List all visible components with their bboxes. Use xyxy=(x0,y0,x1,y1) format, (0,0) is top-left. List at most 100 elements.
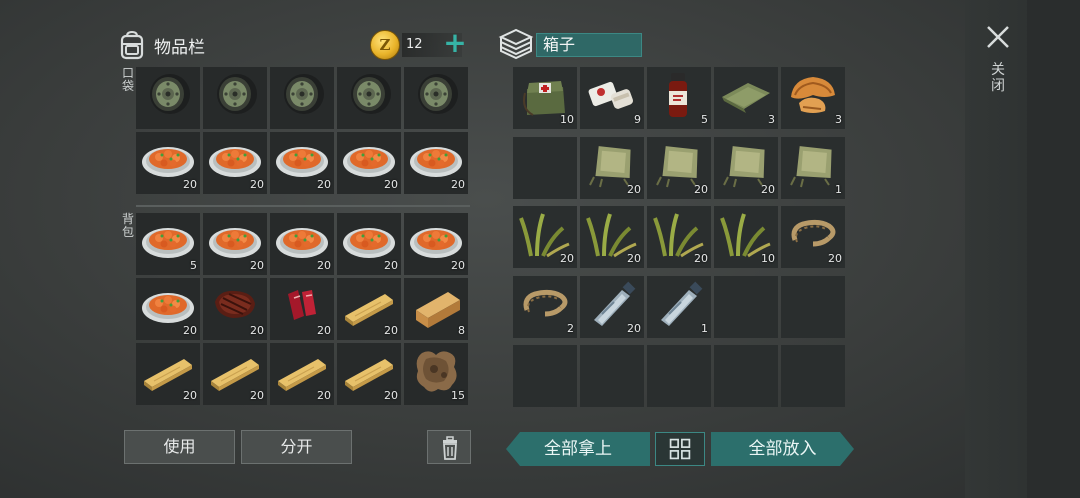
close-icon[interactable] xyxy=(985,24,1011,50)
use-button[interactable]: 使用 xyxy=(124,430,235,464)
take-all-button[interactable]: 全部拿上 xyxy=(506,432,650,466)
item-count: 20 xyxy=(183,324,197,337)
item-count: 20 xyxy=(451,178,465,191)
empty-slot[interactable] xyxy=(781,345,845,408)
plank-icon xyxy=(345,294,393,326)
mushroom-icon xyxy=(791,77,835,113)
item-slot-wheel[interactable] xyxy=(136,67,200,129)
item-slot-plank[interactable]: 20 xyxy=(337,278,401,340)
empty-slot[interactable] xyxy=(714,345,778,408)
item-count: 20 xyxy=(317,259,331,272)
item-slot-stew[interactable]: 20 xyxy=(270,132,334,194)
trash-button[interactable] xyxy=(427,430,471,464)
wheel-icon xyxy=(418,74,458,114)
item-slot-stew[interactable]: 20 xyxy=(270,213,334,275)
item-slot-medicine-bottle[interactable]: 5 xyxy=(647,67,711,129)
wheel-icon xyxy=(351,74,391,114)
item-slot-stew[interactable]: 20 xyxy=(337,132,401,194)
add-coins-button[interactable]: + xyxy=(441,29,469,58)
item-slot-mushroom[interactable]: 3 xyxy=(781,67,845,129)
item-slot-plank[interactable]: 20 xyxy=(337,343,401,405)
water-bottle-icon xyxy=(594,281,636,326)
item-slot-hide[interactable]: 15 xyxy=(404,343,468,405)
empty-slot[interactable] xyxy=(714,275,778,338)
box-icon xyxy=(498,28,534,60)
sort-button[interactable] xyxy=(655,432,705,466)
item-slot-rope[interactable]: 20 xyxy=(781,206,845,269)
item-slot-bandage[interactable]: 9 xyxy=(580,67,644,129)
item-slot-stew[interactable]: 20 xyxy=(404,213,468,275)
item-slot-steak[interactable]: 20 xyxy=(203,278,267,340)
item-count: 8 xyxy=(458,324,465,337)
item-slot-plant-fiber[interactable]: 20 xyxy=(647,206,711,269)
stew-icon xyxy=(410,147,462,177)
item-count: 20 xyxy=(317,324,331,337)
item-count: 20 xyxy=(384,324,398,337)
item-slot-rag[interactable]: 20 xyxy=(580,136,644,199)
item-count: 20 xyxy=(250,389,264,402)
empty-slot[interactable] xyxy=(781,275,845,338)
empty-slot[interactable] xyxy=(513,136,577,199)
item-count: 2 xyxy=(567,321,574,335)
rag-icon xyxy=(656,145,698,187)
hide-icon xyxy=(416,351,457,392)
item-slot-stew[interactable]: 20 xyxy=(337,213,401,275)
backpack-label: 背包 xyxy=(121,212,134,239)
item-count: 20 xyxy=(183,178,197,191)
item-slot-stew[interactable]: 20 xyxy=(203,213,267,275)
item-slot-stew[interactable]: 20 xyxy=(203,132,267,194)
item-count: 5 xyxy=(701,113,708,126)
empty-slot[interactable] xyxy=(647,345,711,408)
item-slot-water-bottle[interactable]: 1 xyxy=(647,275,711,338)
item-slot-plant-fiber[interactable]: 20 xyxy=(513,206,577,269)
item-count: 10 xyxy=(761,252,775,266)
item-slot-wheel[interactable] xyxy=(270,67,334,129)
raw-meat-icon xyxy=(288,290,316,320)
item-slot-rope[interactable]: 2 xyxy=(513,275,577,338)
item-count: 3 xyxy=(768,113,775,126)
item-slot-log[interactable]: 8 xyxy=(404,278,468,340)
item-slot-wheel[interactable] xyxy=(203,67,267,129)
item-slot-stew[interactable]: 20 xyxy=(136,278,200,340)
item-slot-plank[interactable]: 20 xyxy=(203,343,267,405)
grid-icon xyxy=(669,438,691,460)
item-count: 5 xyxy=(190,259,197,272)
inventory-header: 物品栏 xyxy=(118,28,205,62)
item-slot-raw-meat[interactable]: 20 xyxy=(270,278,334,340)
close-label[interactable]: 关闭 xyxy=(988,62,1008,94)
item-slot-wheel[interactable] xyxy=(404,67,468,129)
item-slot-stew[interactable]: 20 xyxy=(404,132,468,194)
pocket-grid: 20 20 20 20 20 xyxy=(136,67,468,194)
item-slot-rag[interactable]: 1 xyxy=(781,136,845,199)
plank-icon xyxy=(144,359,192,391)
box-title: 箱子 xyxy=(536,33,642,57)
item-slot-stew[interactable]: 20 xyxy=(136,132,200,194)
plank-icon xyxy=(345,359,393,391)
item-slot-water-bottle[interactable]: 20 xyxy=(580,275,644,338)
item-slot-plank[interactable]: 20 xyxy=(270,343,334,405)
item-count: 20 xyxy=(384,389,398,402)
item-slot-medkit-bag[interactable]: 10 xyxy=(513,67,577,129)
item-slot-rag[interactable]: 20 xyxy=(647,136,711,199)
item-count: 20 xyxy=(384,259,398,272)
plant-fiber-icon xyxy=(720,213,771,258)
item-slot-cloth[interactable]: 3 xyxy=(714,67,778,129)
wheel-icon xyxy=(284,74,324,114)
item-slot-plank[interactable]: 20 xyxy=(136,343,200,405)
item-count: 15 xyxy=(451,389,465,402)
stew-icon xyxy=(142,228,194,258)
stew-icon xyxy=(343,228,395,258)
split-button[interactable]: 分开 xyxy=(241,430,352,464)
item-slot-plant-fiber[interactable]: 10 xyxy=(714,206,778,269)
bandage-icon xyxy=(588,81,634,109)
item-slot-stew[interactable]: 5 xyxy=(136,213,200,275)
item-slot-wheel[interactable] xyxy=(337,67,401,129)
empty-slot[interactable] xyxy=(580,345,644,408)
item-count: 3 xyxy=(835,113,842,126)
section-divider xyxy=(136,205,470,207)
put-all-button[interactable]: 全部放入 xyxy=(711,432,854,466)
empty-slot[interactable] xyxy=(513,345,577,408)
item-slot-plant-fiber[interactable]: 20 xyxy=(580,206,644,269)
item-slot-rag[interactable]: 20 xyxy=(714,136,778,199)
right-panel xyxy=(965,0,1080,498)
